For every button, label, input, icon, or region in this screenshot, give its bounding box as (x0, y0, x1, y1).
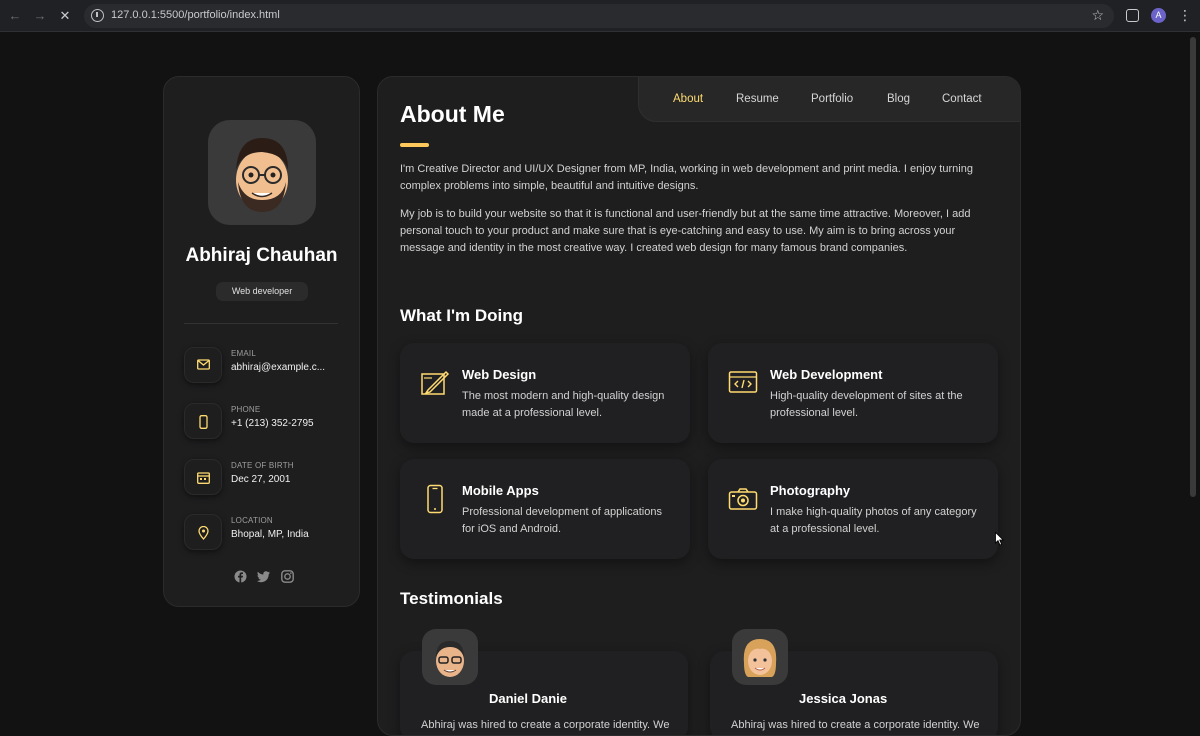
mobile-icon (420, 484, 450, 514)
memoji-man-glasses-icon (436, 641, 464, 677)
nav-about[interactable]: About (673, 93, 703, 105)
contact-phone: PHONE +1 (213) 352-2795 (184, 403, 344, 443)
testimonial-name: Jessica Jonas (799, 691, 888, 706)
location-icon (184, 514, 222, 550)
profile-name: Abhiraj Chauhan (185, 245, 338, 266)
back-icon[interactable]: ← (6, 7, 24, 25)
camera-icon (728, 484, 758, 514)
location-value: Bhopal, MP, India (231, 529, 309, 540)
service-title: Web Development (770, 367, 883, 382)
services-heading: What I'm Doing (400, 306, 524, 325)
service-text: The most modern and high-quality design … (462, 390, 665, 419)
profile-title-badge: Web developer (216, 282, 308, 301)
birthday-value: Dec 27, 2001 (231, 474, 291, 485)
main-navbar: About Resume Portfolio Blog Contact (638, 77, 1020, 122)
testimonial-card[interactable]: Daniel Danie Abhiraj was hired to create… (400, 629, 688, 735)
title-underline (400, 143, 429, 147)
testimonial-name: Daniel Danie (489, 691, 568, 706)
contact-label: PHONE (231, 405, 261, 414)
extensions-icon[interactable] (1126, 9, 1139, 22)
service-title: Mobile Apps (462, 483, 539, 498)
nav-blog[interactable]: Blog (887, 93, 910, 105)
nav-contact[interactable]: Contact (942, 93, 982, 105)
testimonial-card[interactable]: Jessica Jonas Abhiraj was hired to creat… (710, 629, 998, 735)
service-title: Web Design (462, 367, 537, 382)
browser-toolbar: ← → ✕ 127.0.0.1:5500/portfolio/index.htm… (0, 0, 1200, 32)
site-info-icon[interactable] (91, 9, 104, 22)
sidebar-divider (184, 323, 338, 324)
mail-icon (184, 347, 222, 383)
facebook-icon[interactable] (234, 570, 247, 583)
service-title: Photography (770, 483, 851, 498)
instagram-icon[interactable] (281, 570, 294, 583)
contact-birthday: DATE OF BIRTH Dec 27, 2001 (184, 459, 344, 499)
memoji-woman-icon (743, 639, 777, 677)
page-viewport: Abhiraj Chauhan Web developer EMAIL abhi… (0, 32, 1200, 736)
about-paragraph: My job is to build your website so that … (400, 208, 971, 254)
service-text: I make high-quality photos of any catego… (770, 506, 977, 535)
testimonial-avatar (422, 629, 478, 685)
url-text[interactable]: 127.0.0.1:5500/portfolio/index.html (111, 9, 280, 21)
forward-icon[interactable]: → (31, 7, 49, 25)
testimonials-heading: Testimonials (400, 589, 503, 608)
profile-avatar[interactable]: A (1151, 8, 1166, 23)
memoji-man-icon (236, 138, 288, 212)
contact-location: LOCATION Bhopal, MP, India (184, 514, 344, 554)
calendar-icon (184, 459, 222, 495)
service-card: Web Design The most modern and high-qual… (400, 343, 690, 443)
avatar (208, 120, 316, 225)
service-text: High-quality development of sites at the… (770, 390, 963, 419)
address-bar[interactable]: 127.0.0.1:5500/portfolio/index.html ☆ (84, 4, 1114, 28)
contact-label: LOCATION (231, 516, 273, 525)
social-links (234, 570, 294, 584)
contact-label: DATE OF BIRTH (231, 461, 294, 470)
bookmark-star-icon[interactable]: ☆ (1091, 7, 1104, 24)
about-paragraph: I'm Creative Director and UI/UX Designer… (400, 163, 973, 192)
twitter-icon[interactable] (257, 570, 270, 583)
nav-resume[interactable]: Resume (736, 93, 779, 105)
phone-icon (184, 403, 222, 439)
email-link[interactable]: abhiraj@example.c... (231, 362, 325, 373)
contact-email: EMAIL abhiraj@example.c... (184, 347, 344, 387)
service-text: Professional development of applications… (462, 506, 662, 535)
page-title: About Me (400, 101, 505, 127)
stop-loading-icon[interactable]: ✕ (56, 7, 74, 25)
mouse-cursor-icon (995, 532, 1005, 546)
nav-portfolio[interactable]: Portfolio (811, 93, 853, 105)
testimonial-avatar (732, 629, 788, 685)
code-icon (728, 368, 758, 398)
service-card: Mobile Apps Professional development of … (400, 459, 690, 559)
service-card: Photography I make high-quality photos o… (708, 459, 998, 559)
service-card: Web Development High-quality development… (708, 343, 998, 443)
about-article: About Resume Portfolio Blog Contact Abou… (377, 76, 1021, 736)
contact-label: EMAIL (231, 349, 257, 358)
page-scrollbar[interactable] (1190, 37, 1196, 497)
phone-link[interactable]: +1 (213) 352-2795 (231, 418, 314, 429)
browser-menu-icon[interactable]: ⋮ (1178, 7, 1192, 23)
design-icon (420, 368, 450, 398)
profile-sidebar: Abhiraj Chauhan Web developer EMAIL abhi… (163, 76, 360, 607)
